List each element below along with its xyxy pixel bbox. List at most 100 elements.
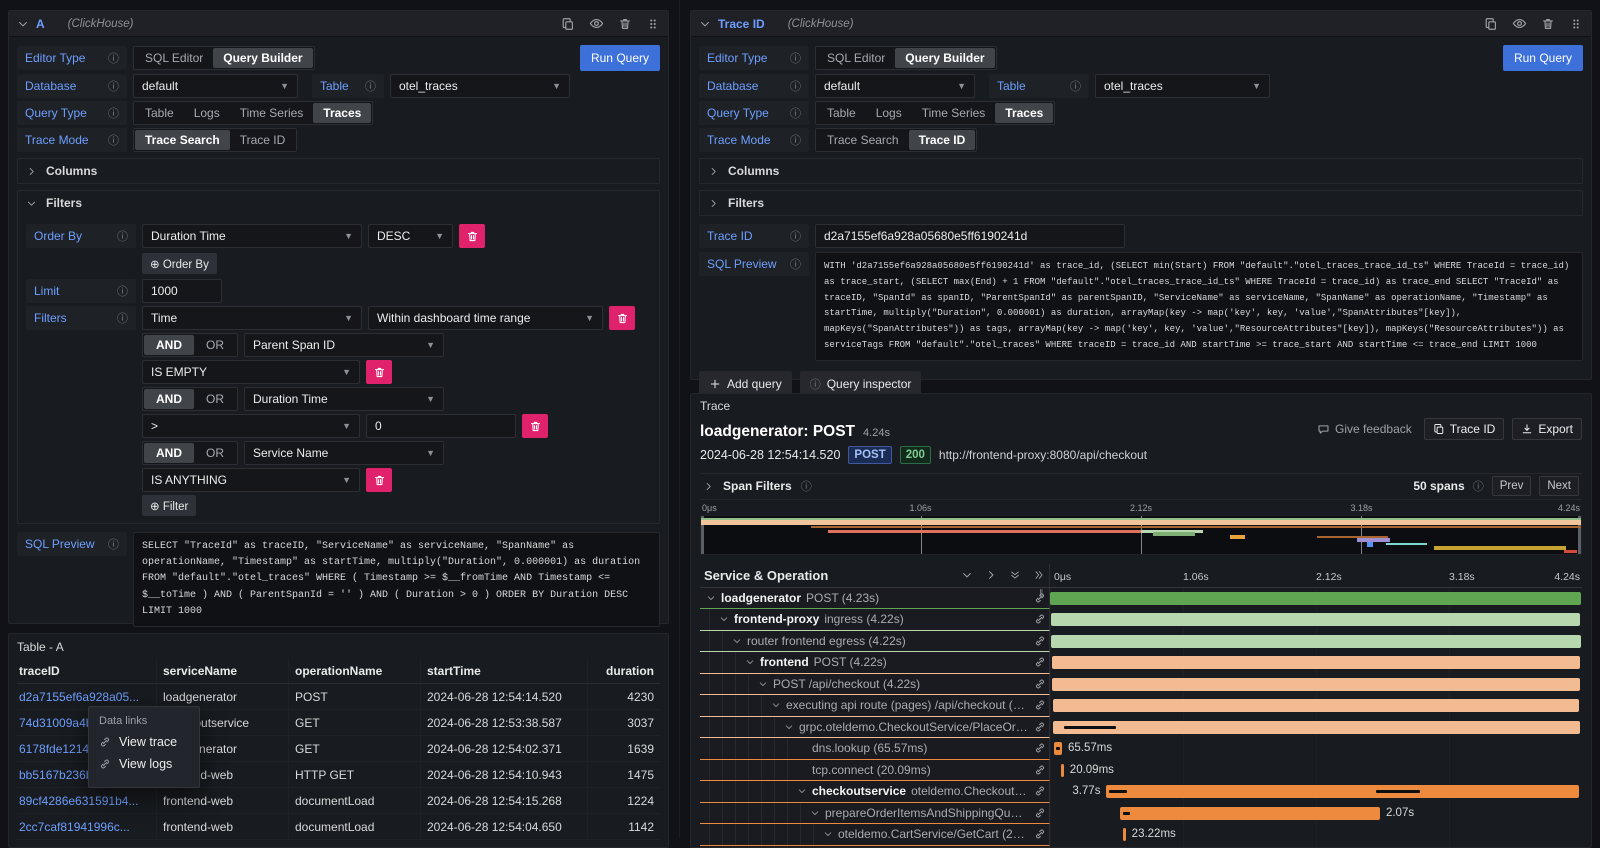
span-name-cell[interactable]: frontend POST (4.22s) [700, 652, 1050, 674]
hide-response-icon[interactable] [1512, 16, 1527, 31]
span-row[interactable]: grpc.oteldemo.CheckoutService/PlaceOrder… [700, 717, 1582, 739]
span-row[interactable]: cartservice POST /oteldemo.CartService/G… [700, 846, 1582, 848]
filter-field-select[interactable]: Duration Time▼ [244, 387, 444, 411]
span-bar-cell[interactable] [1050, 695, 1582, 717]
and-option[interactable]: AND [144, 335, 194, 355]
query-type-logs[interactable]: Logs [184, 103, 230, 123]
filters-section-header[interactable]: Filters [26, 196, 651, 210]
table-select[interactable]: otel_traces▼ [1095, 74, 1270, 98]
query-refid[interactable]: A [36, 17, 45, 31]
table-select[interactable]: otel_traces▼ [390, 74, 570, 98]
span-expand-icon[interactable] [784, 722, 794, 732]
span-name-cell[interactable]: POST /api/checkout (4.22s) [700, 674, 1050, 696]
copy-trace-id-button[interactable]: Trace ID [1424, 418, 1505, 440]
run-query-button[interactable]: Run Query [580, 45, 660, 71]
trace-search-option[interactable]: Trace Search [817, 130, 909, 150]
span-bar-cell[interactable]: 20.09ms [1050, 760, 1582, 782]
span-link-icon[interactable] [1034, 656, 1049, 668]
span-name-cell[interactable]: oteldemo.CartService/GetCart (23.22ms) [700, 824, 1050, 846]
span-link-icon[interactable] [1034, 828, 1049, 840]
query-type-traces[interactable]: Traces [313, 103, 371, 123]
filter-operator-select[interactable]: IS ANYTHING▼ [142, 468, 360, 492]
span-expand-icon[interactable] [810, 808, 820, 818]
remove-query-icon[interactable] [618, 17, 632, 31]
info-icon[interactable]: ⓘ [108, 50, 119, 66]
span-link-icon[interactable] [1034, 807, 1049, 819]
span-row[interactable]: prepareOrderItemsAndShippingQuoteFromCar… [700, 803, 1582, 825]
trace-id-option[interactable]: Trace ID [909, 130, 976, 150]
span-link-icon[interactable] [1034, 635, 1049, 647]
span-link-icon[interactable] [1034, 721, 1049, 733]
info-icon[interactable]: ⓘ [365, 78, 376, 94]
trace-mode-toggle[interactable]: Trace SearchTrace ID [815, 128, 977, 152]
query-type-table[interactable]: Table [135, 103, 184, 123]
info-icon[interactable]: ⓘ [1473, 478, 1484, 494]
drag-handle-icon[interactable] [1569, 17, 1583, 31]
remove-filter-button[interactable] [522, 414, 548, 438]
span-link-icon[interactable] [1034, 742, 1049, 754]
span-name-cell[interactable]: executing api route (pages) /api/checkou… [700, 695, 1050, 717]
span-row[interactable]: frontend-proxy ingress (4.22s) [700, 609, 1582, 631]
collapse-one-icon[interactable] [961, 569, 973, 581]
span-bar-cell[interactable]: 65.57ms [1050, 738, 1582, 760]
filter-field-select[interactable]: Time▼ [142, 306, 362, 330]
span-expand-icon[interactable] [719, 614, 729, 624]
columns-section[interactable]: Columns [17, 158, 660, 184]
col-servicename[interactable]: serviceName [157, 658, 289, 683]
span-name-cell[interactable]: cartservice POST /oteldemo.CartService/G… [700, 846, 1050, 848]
filters-section[interactable]: Filters [699, 190, 1583, 216]
filter-field-select[interactable]: Parent Span ID▼ [244, 333, 444, 357]
order-by-direction-select[interactable]: DESC▼ [368, 224, 453, 248]
info-icon[interactable]: ⓘ [108, 536, 119, 552]
collapse-all-icon[interactable] [1009, 569, 1021, 581]
order-by-field-select[interactable]: Duration Time▼ [142, 224, 362, 248]
sql-editor-option[interactable]: SQL Editor [135, 48, 213, 68]
span-filters-label[interactable]: Span Filters [723, 479, 792, 493]
prev-button[interactable]: Prev [1492, 476, 1532, 496]
span-link-icon[interactable] [1034, 699, 1049, 711]
remove-query-icon[interactable] [1541, 17, 1555, 31]
span-name-cell[interactable]: grpc.oteldemo.CheckoutService/PlaceOrder… [700, 717, 1050, 739]
trace-id-option[interactable]: Trace ID [230, 130, 296, 150]
database-select[interactable]: default▼ [133, 74, 298, 98]
info-icon[interactable]: ⓘ [108, 105, 119, 121]
span-name-cell[interactable]: dns.lookup (65.57ms) [700, 738, 1050, 760]
info-icon[interactable]: ⓘ [117, 283, 128, 299]
query-type-timeseries[interactable]: Time Series [230, 103, 314, 123]
trace-panel-title[interactable]: Trace [700, 399, 730, 413]
span-bar-cell[interactable]: 2.07s [1050, 803, 1582, 825]
add-filter-button[interactable]: ⊕ Filter [142, 495, 196, 516]
collapse-query-icon[interactable] [699, 18, 711, 30]
query-type-timeseries[interactable]: Time Series [912, 103, 996, 123]
remove-filter-button[interactable] [366, 360, 392, 384]
col-starttime[interactable]: startTime [421, 658, 588, 683]
query-refid[interactable]: Trace ID [718, 17, 765, 31]
span-row[interactable]: executing api route (pages) /api/checkou… [700, 695, 1582, 717]
drag-handle-icon[interactable] [646, 17, 660, 31]
span-bar-cell[interactable] [1050, 652, 1582, 674]
span-expand-icon[interactable] [745, 657, 755, 667]
span-bar-cell[interactable] [1050, 674, 1582, 696]
info-icon[interactable]: ⓘ [117, 228, 128, 244]
span-expand-icon[interactable] [706, 593, 716, 603]
span-name-cell[interactable]: checkoutservice oteldemo.CheckoutService… [700, 781, 1050, 803]
expand-one-icon[interactable] [985, 569, 997, 581]
view-logs-link[interactable]: View logs [99, 757, 189, 771]
and-option[interactable]: AND [144, 443, 194, 463]
give-feedback-link[interactable]: Give feedback [1317, 422, 1412, 436]
limit-input[interactable]: 1000 [142, 279, 222, 303]
columns-section[interactable]: Columns [699, 158, 1583, 184]
info-icon[interactable]: ⓘ [108, 132, 119, 148]
query-type-table[interactable]: Table [817, 103, 866, 123]
info-icon[interactable]: ⓘ [790, 228, 801, 244]
and-or-toggle[interactable]: ANDOR [142, 387, 238, 411]
query-type-logs[interactable]: Logs [866, 103, 912, 123]
span-link-icon[interactable] [1034, 785, 1049, 797]
info-icon[interactable]: ⓘ [117, 310, 128, 326]
query-type-toggle[interactable]: TableLogsTime SeriesTraces [133, 101, 373, 125]
duplicate-query-icon[interactable] [561, 17, 575, 31]
col-operationname[interactable]: operationName [289, 658, 421, 683]
or-option[interactable]: OR [194, 389, 236, 409]
editor-type-toggle[interactable]: SQL EditorQuery Builder [815, 46, 997, 70]
info-icon[interactable]: ⓘ [801, 478, 812, 494]
